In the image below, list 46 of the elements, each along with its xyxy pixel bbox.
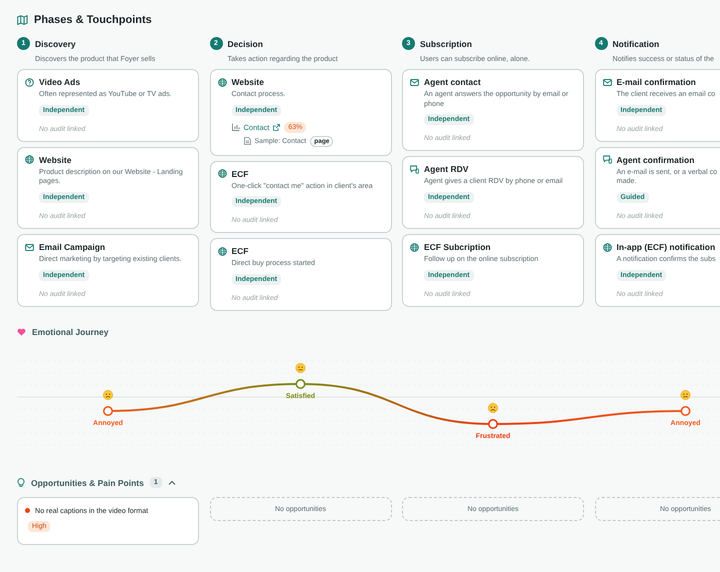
- touchpoint-title: Website: [39, 154, 72, 165]
- file-icon: [244, 137, 250, 146]
- touchpoint-title: Website: [232, 77, 264, 87]
- emoji-icon: [103, 390, 113, 400]
- touchpoint-title: Email Campaign: [39, 242, 106, 252]
- section-title: Opportunities & Pain Points: [31, 478, 144, 488]
- question-icon: [25, 78, 34, 86]
- chat-device-icon: [602, 155, 612, 164]
- globe-icon: [218, 78, 226, 86]
- emotion-point[interactable]: [296, 379, 306, 390]
- touchpoint-title: Video Ads: [39, 77, 80, 87]
- emoji-icon: [680, 390, 690, 400]
- external-link-icon: [273, 124, 280, 131]
- chat-device-icon: [410, 164, 419, 174]
- emoji-icon: [488, 403, 498, 414]
- mail-icon: [410, 78, 419, 86]
- mail-icon: [602, 78, 612, 86]
- globe-icon: [218, 246, 226, 256]
- globe-icon: [218, 169, 226, 178]
- touchpoint-title: ECF: [232, 168, 248, 179]
- chevron-icon[interactable]: [168, 480, 176, 486]
- touchpoint-title: Agent contact: [424, 77, 481, 87]
- touchpoint-title: ECF: [232, 246, 248, 256]
- map-icon: [17, 15, 28, 25]
- emotion-point[interactable]: [488, 419, 498, 430]
- phase-title: Discovery: [35, 38, 76, 48]
- globe-icon: [25, 155, 34, 164]
- heart-icon: [17, 328, 26, 336]
- touchpoint-title: Agent RDV: [424, 164, 468, 174]
- section-title: Emotional Journey: [32, 327, 109, 338]
- emotion-point[interactable]: [103, 406, 113, 416]
- emoji-icon: [296, 363, 306, 374]
- emotion-point[interactable]: [680, 406, 690, 416]
- mail-icon: [25, 242, 34, 252]
- bar-chart-icon: [232, 123, 240, 132]
- phase-title: Decision: [228, 38, 263, 48]
- touchpoint-title: ECF Subcription: [424, 242, 491, 252]
- lightbulb-icon: [17, 478, 25, 488]
- phase-title: Subscription: [420, 38, 472, 48]
- globe-icon: [602, 242, 612, 252]
- touchpoint-title: In-app (ECF) notification: [616, 242, 716, 252]
- globe-icon: [410, 242, 419, 252]
- phase-title: Notification: [612, 38, 660, 48]
- touchpoint-title: E-mail confirmation: [616, 77, 696, 87]
- section-title: Phases & Touchpoints: [34, 14, 152, 26]
- touchpoint-title: Agent confirmation: [616, 154, 694, 165]
